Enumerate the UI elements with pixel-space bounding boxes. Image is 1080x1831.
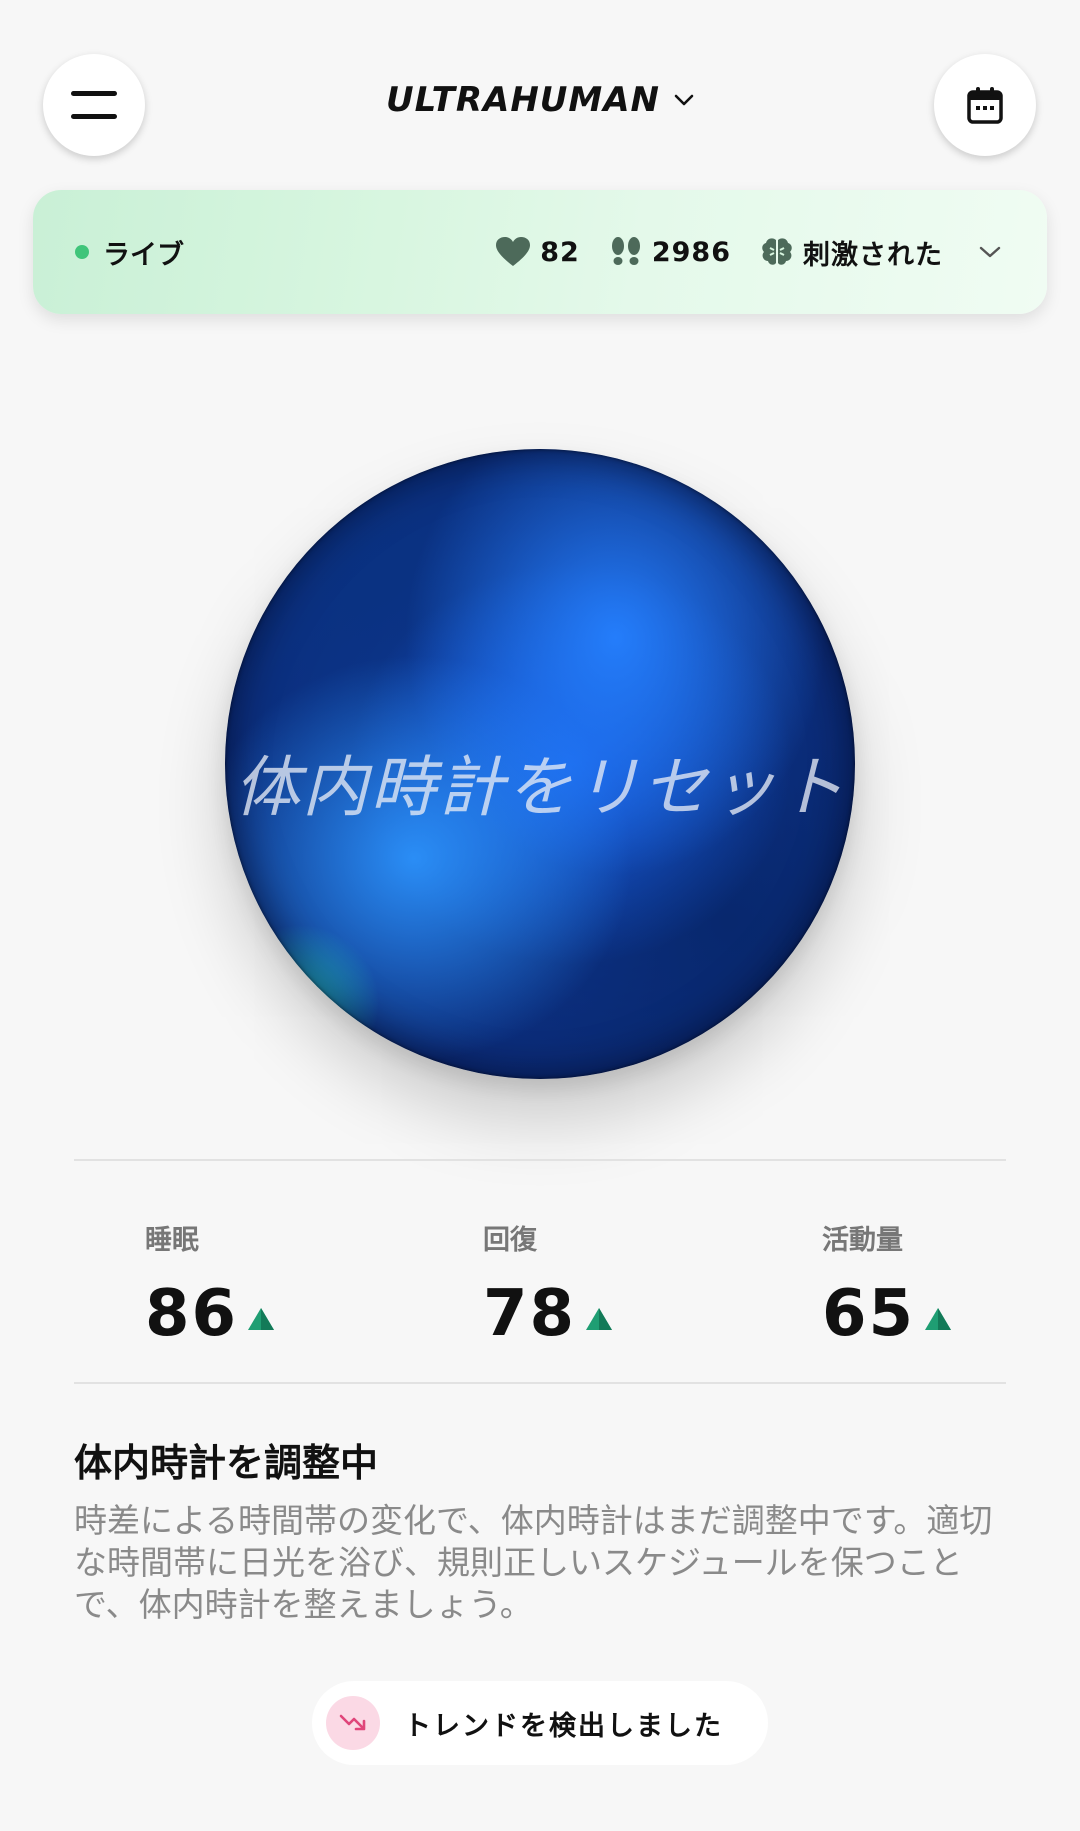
live-indicator-dot [75, 245, 89, 259]
trend-detected-button[interactable]: トレンドを検出しました [312, 1681, 768, 1765]
score-value: 78 [483, 1277, 577, 1351]
score-label: 睡眠 [145, 1225, 199, 1256]
insight-body: 時差による時間帯の変化で、体内時計はまだ調整中です。適切な時間帯に日光を浴び、規… [74, 1501, 993, 1624]
up-arrow-icon [248, 1308, 275, 1330]
orb-title: 体内時計をリセット [234, 749, 846, 826]
live-metrics: 82 2986 刺激された [496, 233, 1001, 272]
home-screen: ULTRAHUMAN ライブ 82 2986 刺激された 体内時計をリセット 睡… [0, 0, 1080, 1831]
trend-icon-badge [326, 1696, 380, 1750]
score-recovery[interactable]: 回復 78 [483, 1218, 613, 1351]
calendar-button[interactable] [934, 54, 1036, 156]
heart-icon [496, 237, 531, 266]
brand-logo: ULTRAHUMAN [386, 80, 660, 120]
brain-icon [762, 238, 792, 265]
footsteps-icon [611, 237, 640, 265]
heart-rate-metric: 82 [496, 237, 580, 268]
calendar-icon [967, 87, 1003, 124]
score-value: 65 [822, 1277, 916, 1351]
live-status-bar[interactable]: ライブ 82 2986 刺激された [33, 190, 1047, 314]
trending-down-icon [339, 1714, 366, 1731]
steps-metric: 2986 [610, 236, 731, 268]
heart-rate-value: 82 [540, 236, 580, 268]
up-arrow-icon [925, 1308, 952, 1330]
score-value: 86 [145, 1277, 239, 1351]
divider [74, 1159, 1006, 1161]
brand-switcher[interactable]: ULTRAHUMAN [0, 80, 1080, 120]
chevron-down-icon [674, 94, 694, 106]
divider [74, 1382, 1006, 1384]
state-metric: 刺激された [761, 233, 1001, 272]
chevron-down-icon[interactable] [979, 245, 1001, 259]
live-label: ライブ [103, 239, 184, 271]
score-label: 活動量 [822, 1225, 903, 1256]
up-arrow-icon [586, 1308, 613, 1330]
trend-label: トレンドを検出しました [404, 1710, 723, 1742]
score-activity[interactable]: 活動量 65 [822, 1218, 952, 1351]
insight-title: 体内時計を調整中 [74, 1441, 379, 1485]
state-value: 刺激された [803, 239, 943, 271]
score-sleep[interactable]: 睡眠 86 [145, 1218, 275, 1351]
circadian-orb[interactable]: 体内時計をリセット [225, 449, 855, 1079]
steps-value: 2986 [651, 236, 731, 268]
score-label: 回復 [483, 1225, 537, 1256]
